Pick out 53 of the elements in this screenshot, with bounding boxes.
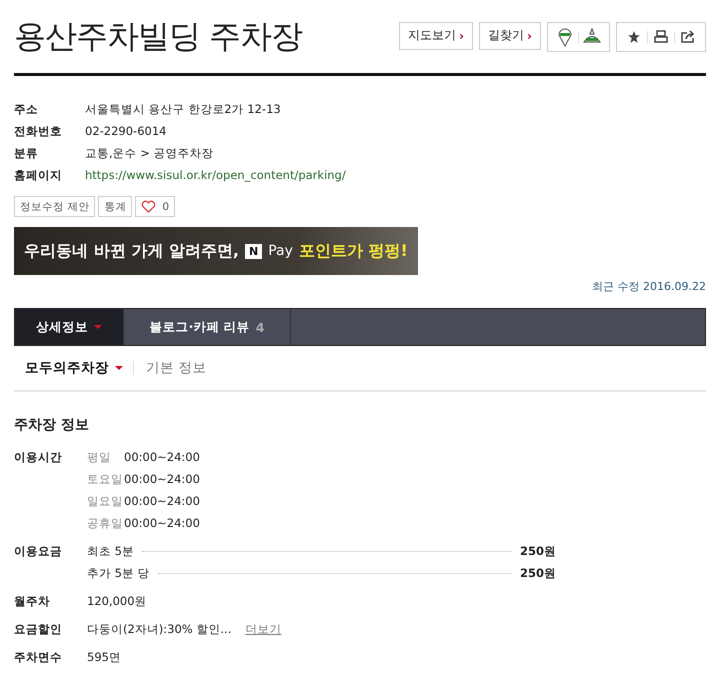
hours-value: 00:00~24:00 (124, 494, 200, 509)
info-value: 교통,운수 > 공영주차장 (85, 146, 214, 161)
header-link-button[interactable]: 길찾기 › (479, 22, 541, 50)
info-label: 홈페이지 (14, 168, 63, 183)
detail-label: 주차면수 (14, 650, 63, 665)
share-icon (681, 30, 695, 43)
more-link[interactable]: 더보기 (245, 622, 282, 637)
fee-price: 250원 (520, 544, 556, 559)
info-label: 전화번호 (14, 124, 63, 139)
info-value: 02-2290-6014 (85, 124, 166, 139)
sub-tab[interactable]: 모두의주차장 (25, 359, 133, 377)
pay-logo-badge: N (245, 244, 262, 258)
day-label: 평일 (87, 450, 112, 465)
fee-price: 250원 (520, 566, 556, 581)
promo-banner[interactable]: 우리동네 바뀐 가게 알려주면, N Pay 포인트가 펑펑! (14, 227, 418, 275)
like-button[interactable]: 0 (135, 196, 176, 217)
banner-highlight: 포인트가 펑펑! (298, 240, 408, 262)
detail-value: 595면 (87, 650, 121, 665)
homepage-link[interactable]: https://www.sisul.or.kr/open_content/parking/ (85, 168, 346, 183)
detail-label: 요금할인 (14, 622, 63, 637)
tab[interactable]: 상세정보 (15, 309, 124, 345)
fee-name: 최초 5분 (87, 544, 134, 559)
action-button[interactable]: 통계 (98, 196, 132, 217)
pay-label: Pay (268, 243, 293, 259)
detail-label: 이용요금 (14, 544, 63, 560)
map-pin-icon (558, 26, 572, 46)
vehicle-icon (582, 28, 602, 46)
star-icon (627, 30, 641, 44)
detail-value: 120,000원 (87, 594, 147, 609)
section-title: 주차장 정보 (14, 416, 90, 434)
place-title: 용산주차빌딩 주차장 (14, 16, 302, 56)
caret-icon (115, 366, 123, 370)
day-label: 일요일 (87, 494, 124, 509)
info-value: 서울특별시 용산구 한강로2가 12-13 (85, 102, 281, 117)
detail-value: 다둥이(2자녀):30% 할인... (87, 622, 232, 637)
info-label: 분류 (14, 146, 39, 161)
hours-value: 00:00~24:00 (124, 450, 200, 465)
detail-label: 월주차 (14, 594, 51, 609)
fee-name: 추가 5분 당 (87, 566, 150, 581)
header-link-button[interactable]: 지도보기 › (399, 22, 474, 50)
caret-icon (94, 325, 102, 329)
heart-icon (141, 200, 156, 213)
updated-date: 최근 수정 2016.09.22 (591, 279, 706, 294)
hours-value: 00:00~24:00 (124, 516, 200, 531)
day-label: 토요일 (87, 472, 124, 487)
print-icon (654, 30, 668, 43)
hours-value: 00:00~24:00 (124, 472, 200, 487)
action-button[interactable]: 정보수정 제안 (14, 196, 96, 217)
day-label: 공휴일 (87, 516, 124, 531)
sub-tab[interactable]: 기본 정보 (146, 359, 216, 377)
info-label: 주소 (14, 102, 39, 117)
detail-label: 이용시간 (14, 450, 63, 466)
banner-text: 우리동네 바뀐 가게 알려주면, (24, 240, 239, 262)
